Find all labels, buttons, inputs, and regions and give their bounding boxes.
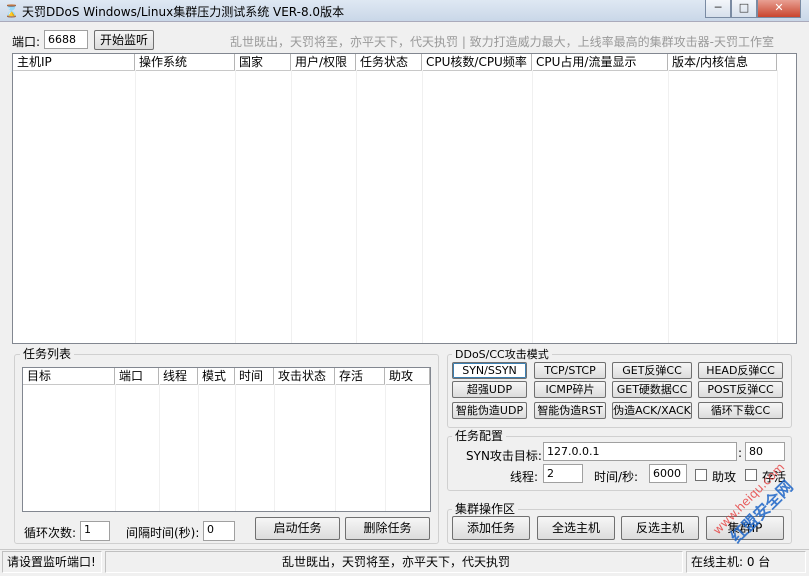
grid-line xyxy=(13,70,136,343)
task-list-title: 任务列表 xyxy=(20,348,75,361)
assist-checkbox[interactable] xyxy=(695,469,707,481)
port-input[interactable]: 6688 xyxy=(44,30,88,49)
time-input[interactable]: 6000 xyxy=(649,464,687,483)
grid-line xyxy=(274,384,336,511)
survive-checkbox[interactable] xyxy=(745,469,757,481)
col-os[interactable]: 操作系统 xyxy=(135,54,235,70)
grid-line xyxy=(356,70,423,343)
col-port[interactable]: 端口 xyxy=(115,368,159,384)
assist-label: 助攻 xyxy=(712,470,737,484)
grid-line xyxy=(235,384,275,511)
port-colon: : xyxy=(738,446,743,460)
header-slogan: 乱世既出，天罚将至，亦平天下，代天执罚 | 致力打造威力最大，上线率最高的集群攻… xyxy=(230,35,775,49)
minimize-button[interactable]: ─ xyxy=(705,0,731,18)
target-ip-input[interactable]: 127.0.0.1 xyxy=(543,442,737,461)
grid-line xyxy=(422,70,533,343)
port-label: 端口: xyxy=(12,35,41,49)
hosts-table-header: 主机IP 操作系统 国家 用户/权限 任务状态 CPU核数/CPU频率 CPU占… xyxy=(13,54,777,71)
col-user-privilege[interactable]: 用户/权限 xyxy=(291,54,356,70)
status-message: 请设置监听端口! xyxy=(2,551,102,573)
app-hourglass-icon: ⌛ xyxy=(4,4,19,18)
col-mode[interactable]: 模式 xyxy=(198,368,235,384)
col-time[interactable]: 时间 xyxy=(235,368,274,384)
start-listen-button[interactable]: 开始监听 xyxy=(94,30,154,50)
loop-count-input[interactable]: 1 xyxy=(80,521,110,541)
col-version[interactable]: 版本/内核信息 xyxy=(668,54,777,70)
mode-udp-button[interactable]: 超强UDP xyxy=(452,381,527,398)
interval-label: 间隔时间(秒): xyxy=(126,526,200,540)
syn-target-label: SYN攻击目标: xyxy=(466,449,542,463)
grid-line xyxy=(23,384,116,511)
col-cpu-usage[interactable]: CPU占用/流量显示 xyxy=(532,54,668,70)
threads-input[interactable]: 2 xyxy=(543,464,583,483)
hosts-table[interactable]: 主机IP 操作系统 国家 用户/权限 任务状态 CPU核数/CPU频率 CPU占… xyxy=(12,53,797,344)
invert-select-hosts-button[interactable]: 反选主机 xyxy=(621,516,699,540)
cluster-ip-button[interactable]: 集群IP xyxy=(706,516,784,540)
col-survive[interactable]: 存活 xyxy=(335,368,385,384)
grid-line xyxy=(335,384,386,511)
col-target[interactable]: 目标 xyxy=(23,368,115,384)
mode-loop-download-button[interactable]: 循环下载CC xyxy=(698,402,783,419)
task-table-header: 目标 端口 线程 模式 时间 攻击状态 存活 助攻 xyxy=(23,368,430,385)
delete-task-button[interactable]: 删除任务 xyxy=(345,517,430,540)
window-title: 天罚DDoS Windows/Linux集群压力测试系统 VER-8.0版本 xyxy=(22,5,345,19)
threads-label: 线程: xyxy=(510,470,539,484)
mode-post-cc-button[interactable]: POST反弹CC xyxy=(698,381,783,398)
mode-head-cc-button[interactable]: HEAD反弹CC xyxy=(698,362,783,379)
mode-get-hard-cc-button[interactable]: GET硬数据CC xyxy=(612,381,692,398)
col-host-ip[interactable]: 主机IP xyxy=(13,54,135,70)
col-assist[interactable]: 助攻 xyxy=(385,368,430,384)
grid-line xyxy=(135,70,236,343)
add-task-button[interactable]: 添加任务 xyxy=(452,516,530,540)
task-config-title: 任务配置 xyxy=(452,430,507,443)
mode-fake-ack-button[interactable]: 伪造ACK/XACK xyxy=(612,402,692,419)
mode-icmp-button[interactable]: ICMP碎片 xyxy=(534,381,606,398)
cluster-ops-title: 集群操作区 xyxy=(452,503,519,516)
grid-line xyxy=(159,384,199,511)
target-port-input[interactable]: 80 xyxy=(745,442,785,461)
grid-line xyxy=(532,70,669,343)
mode-fake-rst-button[interactable]: 智能伪造RST xyxy=(534,402,606,419)
col-country[interactable]: 国家 xyxy=(235,54,291,70)
mode-tcp-button[interactable]: TCP/STCP xyxy=(534,362,606,379)
time-label: 时间/秒: xyxy=(594,470,639,484)
grid-line xyxy=(668,70,778,343)
loop-count-label: 循环次数: xyxy=(24,526,77,540)
maximize-button[interactable]: □ xyxy=(731,0,757,18)
mode-get-cc-button[interactable]: GET反弹CC xyxy=(612,362,692,379)
col-cpu-cores[interactable]: CPU核数/CPU频率 xyxy=(422,54,532,70)
grid-line xyxy=(291,70,357,343)
attack-mode-title: DDoS/CC攻击模式 xyxy=(452,348,552,361)
task-table[interactable]: 目标 端口 线程 模式 时间 攻击状态 存活 助攻 xyxy=(22,367,431,512)
mode-syn-button[interactable]: SYN/SSYN xyxy=(452,362,527,379)
grid-line xyxy=(235,70,292,343)
mode-fake-udp-button[interactable]: 智能伪造UDP xyxy=(452,402,527,419)
status-slogan: 乱世既出，天罚将至，亦平天下，代天执罚 xyxy=(105,551,683,573)
survive-label: 存活 xyxy=(762,470,787,484)
select-all-hosts-button[interactable]: 全选主机 xyxy=(537,516,615,540)
grid-line xyxy=(385,384,430,511)
online-hosts-count: 在线主机: 0 台 xyxy=(686,551,806,573)
start-task-button[interactable]: 启动任务 xyxy=(255,517,340,540)
col-attack-status[interactable]: 攻击状态 xyxy=(274,368,335,384)
grid-line xyxy=(198,384,236,511)
col-task-status[interactable]: 任务状态 xyxy=(356,54,422,70)
grid-line xyxy=(115,384,160,511)
interval-input[interactable]: 0 xyxy=(203,521,235,541)
col-threads[interactable]: 线程 xyxy=(159,368,198,384)
close-button[interactable]: ✕ xyxy=(757,0,801,18)
